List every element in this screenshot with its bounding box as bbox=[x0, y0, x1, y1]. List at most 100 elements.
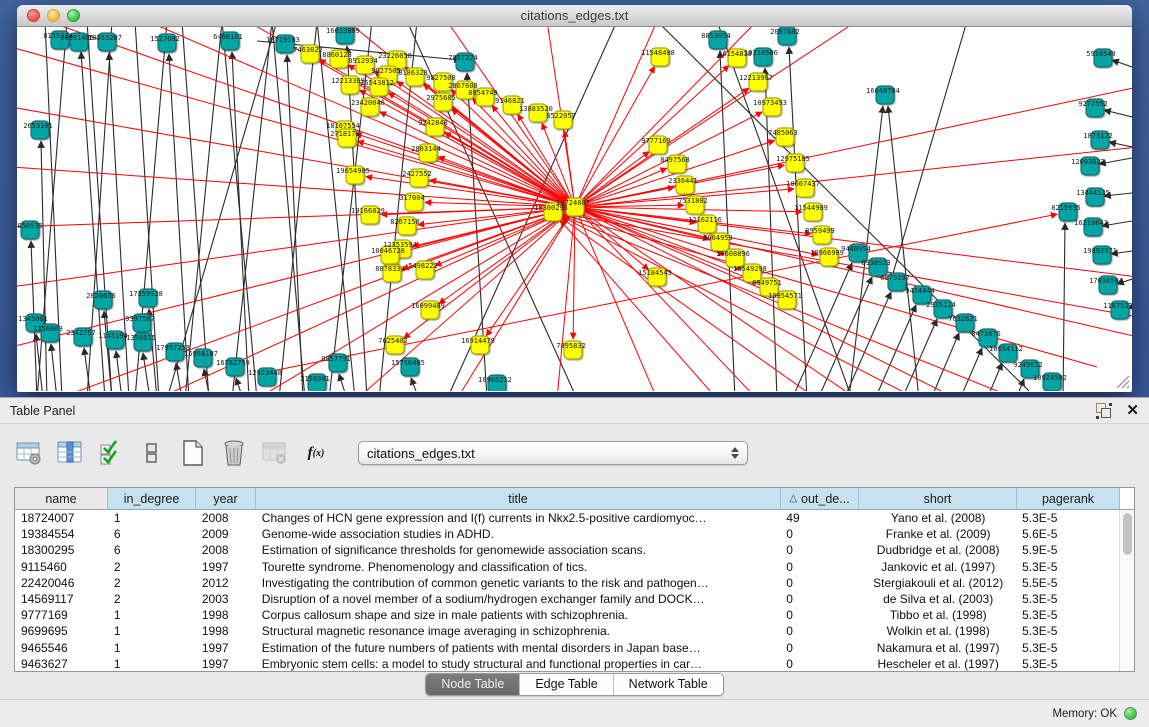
cell-in_degree[interactable]: 1 bbox=[108, 641, 196, 655]
table-row[interactable]: 1830029562008Estimation of significance … bbox=[15, 542, 1119, 558]
column-header-pagerank[interactable]: pagerank bbox=[1017, 488, 1120, 509]
cell-year[interactable]: 1997 bbox=[196, 657, 256, 671]
delete-table-icon[interactable] bbox=[260, 438, 290, 468]
column-header-in_degree[interactable]: in_degree bbox=[108, 488, 196, 509]
column-header-name[interactable]: name bbox=[15, 488, 108, 509]
cell-pagerank[interactable]: 5.3E-5 bbox=[1016, 560, 1119, 574]
tab-edge-table[interactable]: Edge Table bbox=[520, 674, 613, 695]
table-row[interactable]: 2242004622012Investigating the contribut… bbox=[15, 575, 1119, 591]
table-row[interactable]: 1872400712008Changes of HCN gene express… bbox=[15, 510, 1119, 526]
column-header-year[interactable]: year bbox=[196, 488, 256, 509]
scrollbar-thumb[interactable] bbox=[1123, 513, 1132, 555]
cell-pagerank[interactable]: 5.5E-5 bbox=[1016, 576, 1119, 590]
table-scrollbar[interactable] bbox=[1119, 510, 1134, 671]
cell-name[interactable]: 9115460 bbox=[15, 560, 108, 574]
cell-out_degree[interactable]: 0 bbox=[780, 543, 858, 557]
memory-status-icon[interactable] bbox=[1124, 707, 1137, 720]
cell-pagerank[interactable]: 5.3E-5 bbox=[1016, 624, 1119, 638]
cell-title[interactable]: Genome-wide association studies in ADHD. bbox=[256, 527, 781, 541]
cell-short[interactable]: Wolkin et al. (1998) bbox=[858, 624, 1016, 638]
rows-icon[interactable] bbox=[137, 438, 167, 468]
cell-name[interactable]: 9699695 bbox=[15, 624, 108, 638]
cell-short[interactable]: Nakamura et al. (1997) bbox=[858, 641, 1016, 655]
cell-in_degree[interactable]: 1 bbox=[108, 511, 196, 525]
cell-short[interactable]: de Silva et al. (2003) bbox=[858, 592, 1016, 606]
cell-title[interactable]: Tourette syndrome. Phenomenology and cla… bbox=[256, 560, 781, 574]
cell-name[interactable]: 14569117 bbox=[15, 592, 108, 606]
column-header-short[interactable]: short bbox=[859, 488, 1017, 509]
cell-pagerank[interactable]: 5.3E-5 bbox=[1016, 657, 1119, 671]
cell-name[interactable]: 9463627 bbox=[15, 657, 108, 671]
cell-title[interactable]: Estimation of the future numbers of pati… bbox=[256, 641, 781, 655]
table-row[interactable]: 946554611997Estimation of the future num… bbox=[15, 640, 1119, 656]
cell-out_degree[interactable]: 0 bbox=[780, 608, 858, 622]
cell-out_degree[interactable]: 0 bbox=[780, 560, 858, 574]
table-row[interactable]: 1456911722003Disruption of a novel membe… bbox=[15, 591, 1119, 607]
cell-short[interactable]: Tibbo et al. (1998) bbox=[858, 608, 1016, 622]
cell-title[interactable]: Corpus callosum shape and size in male p… bbox=[256, 608, 781, 622]
cell-year[interactable]: 1998 bbox=[196, 608, 256, 622]
cell-short[interactable]: Dudbridge et al. (2008) bbox=[858, 543, 1016, 557]
delete-icon[interactable] bbox=[219, 438, 249, 468]
cell-year[interactable]: 1997 bbox=[196, 560, 256, 574]
cell-pagerank[interactable]: 5.6E-5 bbox=[1016, 527, 1119, 541]
cell-year[interactable]: 1997 bbox=[196, 641, 256, 655]
table-row[interactable]: 946362711997Embryonic stem cells: a mode… bbox=[15, 656, 1119, 671]
cell-out_degree[interactable]: 0 bbox=[780, 592, 858, 606]
tab-network-table[interactable]: Network Table bbox=[614, 674, 723, 695]
cell-name[interactable]: 22420046 bbox=[15, 576, 108, 590]
cell-title[interactable]: Embryonic stem cells: a model to study s… bbox=[256, 657, 781, 671]
row-select-icon[interactable] bbox=[96, 438, 126, 468]
close-panel-icon[interactable]: ✕ bbox=[1126, 403, 1139, 419]
float-panel-icon[interactable] bbox=[1096, 403, 1112, 419]
cell-out_degree[interactable]: 0 bbox=[780, 657, 858, 671]
cell-out_degree[interactable]: 49 bbox=[780, 511, 858, 525]
cell-year[interactable]: 2008 bbox=[196, 511, 256, 525]
column-visibility-icon[interactable] bbox=[55, 438, 85, 468]
cell-name[interactable]: 18724007 bbox=[15, 511, 108, 525]
cell-name[interactable]: 18300295 bbox=[15, 543, 108, 557]
resize-grip[interactable] bbox=[1117, 376, 1129, 388]
new-table-icon[interactable] bbox=[178, 438, 208, 468]
network-view[interactable]: 1872400718300295280314424275523170048267… bbox=[17, 27, 1132, 391]
cell-out_degree[interactable]: 0 bbox=[780, 527, 858, 541]
cell-short[interactable]: Jankovic et al. (1997) bbox=[858, 560, 1016, 574]
cell-name[interactable]: 9465546 bbox=[15, 641, 108, 655]
table-row[interactable]: 911546021997Tourette syndrome. Phenomeno… bbox=[15, 559, 1119, 575]
cell-in_degree[interactable]: 6 bbox=[108, 543, 196, 557]
cell-in_degree[interactable]: 2 bbox=[108, 592, 196, 606]
cell-title[interactable]: Changes of HCN gene expression and I(f) … bbox=[256, 511, 781, 525]
cell-in_degree[interactable]: 1 bbox=[108, 657, 196, 671]
table-row[interactable]: 977716911998Corpus callosum shape and si… bbox=[15, 607, 1119, 623]
cell-year[interactable]: 2003 bbox=[196, 592, 256, 606]
tab-node-table[interactable]: Node Table bbox=[426, 674, 520, 695]
cell-name[interactable]: 19384554 bbox=[15, 527, 108, 541]
cell-pagerank[interactable]: 5.3E-5 bbox=[1016, 608, 1119, 622]
cell-out_degree[interactable]: 0 bbox=[780, 624, 858, 638]
cell-pagerank[interactable]: 5.3E-5 bbox=[1016, 641, 1119, 655]
cell-title[interactable]: Disruption of a novel member of a sodium… bbox=[256, 592, 781, 606]
cell-title[interactable]: Investigating the contribution of common… bbox=[256, 576, 781, 590]
table-settings-icon[interactable] bbox=[14, 438, 44, 468]
cell-pagerank[interactable]: 5.3E-5 bbox=[1016, 592, 1119, 606]
cell-short[interactable]: Franke et al. (2009) bbox=[858, 527, 1016, 541]
window-titlebar[interactable]: citations_edges.txt bbox=[17, 5, 1132, 27]
column-header-out_degree[interactable]: △out_de... bbox=[781, 488, 859, 509]
cell-name[interactable]: 9777169 bbox=[15, 608, 108, 622]
table-selector-dropdown[interactable]: citations_edges.txt bbox=[358, 441, 748, 465]
cell-year[interactable]: 1998 bbox=[196, 624, 256, 638]
cell-pagerank[interactable]: 5.3E-5 bbox=[1016, 511, 1119, 525]
cell-title[interactable]: Estimation of significance thresholds fo… bbox=[256, 543, 781, 557]
cell-in_degree[interactable]: 2 bbox=[108, 576, 196, 590]
cell-title[interactable]: Structural magnetic resonance image aver… bbox=[256, 624, 781, 638]
function-builder-icon[interactable]: f(x) bbox=[301, 438, 331, 468]
cell-in_degree[interactable]: 6 bbox=[108, 527, 196, 541]
cell-in_degree[interactable]: 1 bbox=[108, 608, 196, 622]
cell-pagerank[interactable]: 5.9E-5 bbox=[1016, 543, 1119, 557]
cell-in_degree[interactable]: 1 bbox=[108, 624, 196, 638]
cell-out_degree[interactable]: 0 bbox=[780, 641, 858, 655]
cell-short[interactable]: Hescheler et al. (1997) bbox=[858, 657, 1016, 671]
column-header-title[interactable]: title bbox=[256, 488, 781, 509]
cell-short[interactable]: Yano et al. (2008) bbox=[858, 511, 1016, 525]
cell-year[interactable]: 2009 bbox=[196, 527, 256, 541]
